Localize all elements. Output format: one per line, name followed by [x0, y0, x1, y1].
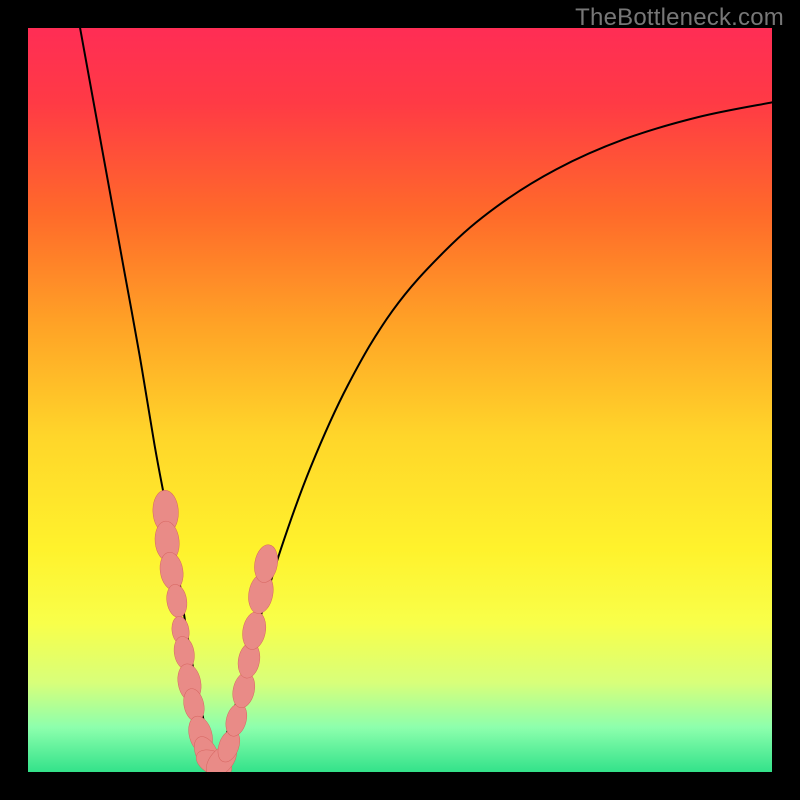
watermark-text: TheBottleneck.com	[575, 4, 784, 32]
chart-frame: TheBottleneck.com	[0, 0, 800, 800]
curve-right-branch	[214, 102, 772, 764]
plot-area	[28, 28, 772, 772]
marker-layer	[152, 490, 281, 772]
chart-svg	[28, 28, 772, 772]
data-marker	[240, 610, 269, 651]
